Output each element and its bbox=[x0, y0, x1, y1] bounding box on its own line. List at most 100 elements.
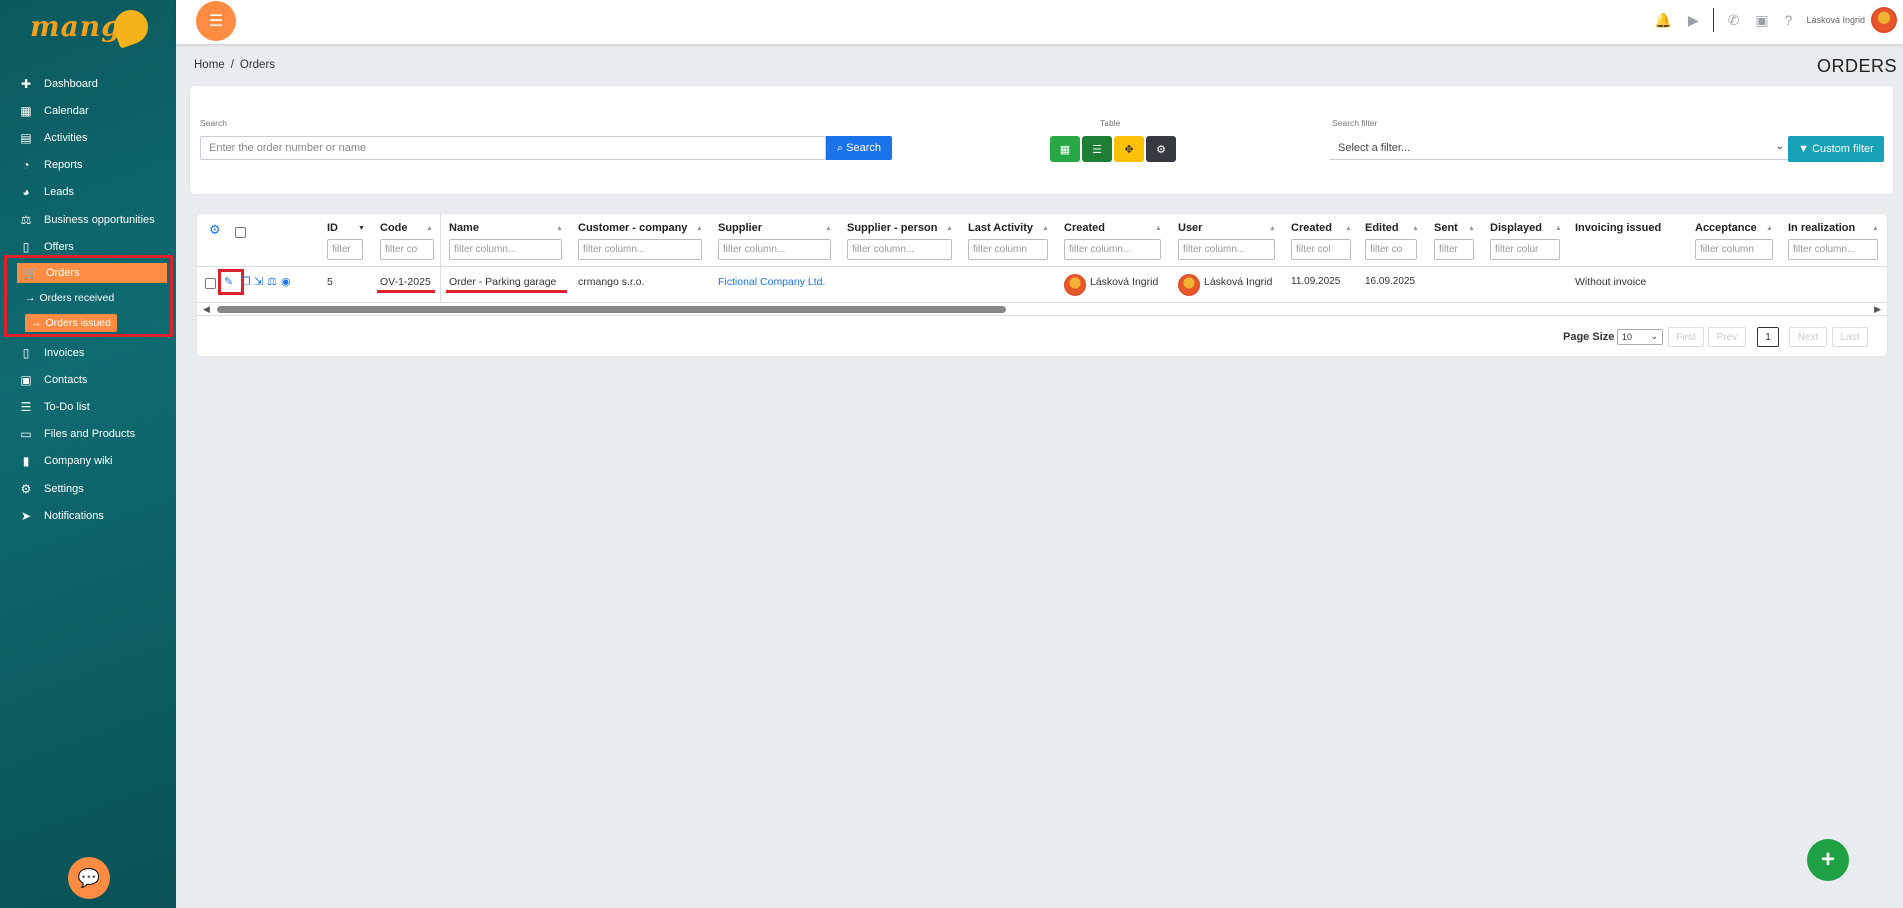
edit-icon[interactable]: ✎ bbox=[224, 275, 233, 288]
col-header-customer[interactable]: Customer - company bbox=[578, 222, 687, 234]
scrollbar-thumb[interactable] bbox=[217, 306, 1006, 313]
sort-icon[interactable]: ▲ bbox=[1468, 225, 1475, 232]
select-all-checkbox[interactable] bbox=[235, 227, 246, 238]
col-header-invoicing[interactable]: Invoicing issued bbox=[1575, 222, 1661, 234]
sidebar-item-reports[interactable]: ◔ Reports bbox=[0, 152, 176, 179]
sidebar-item-leads[interactable]: ◕ Leads bbox=[0, 179, 176, 206]
export-icon[interactable]: ⇲ bbox=[254, 275, 263, 288]
sort-icon[interactable]: ▲ bbox=[1412, 225, 1419, 232]
pager-page-1[interactable]: 1 bbox=[1757, 327, 1779, 347]
table-settings-button[interactable]: ⚙ bbox=[1146, 136, 1176, 162]
sidebar-item-settings[interactable]: ⚙ Settings bbox=[0, 475, 176, 502]
filter-input-id[interactable]: filter bbox=[327, 239, 363, 260]
filter-input-customer[interactable]: filter column... bbox=[578, 239, 702, 260]
col-header-displayed[interactable]: Displayed bbox=[1490, 222, 1542, 234]
col-header-last-activity[interactable]: Last Activity bbox=[968, 222, 1033, 234]
sidebar-item-contacts[interactable]: ▣ Contacts bbox=[0, 366, 176, 393]
cell-code[interactable]: OV-1-2025 bbox=[380, 276, 431, 288]
avatar[interactable] bbox=[1871, 7, 1897, 33]
col-header-supplier-person[interactable]: Supplier - person bbox=[847, 222, 937, 234]
play-icon[interactable]: ▶ bbox=[1688, 12, 1699, 29]
pager-last[interactable]: Last bbox=[1832, 327, 1868, 347]
sidebar-item-company-wiki[interactable]: ▮ Company wiki bbox=[0, 448, 176, 475]
sort-icon[interactable]: ▲ bbox=[1766, 225, 1773, 232]
sidebar-item-dashboard[interactable]: ✚ Dashboard bbox=[0, 70, 176, 97]
sort-icon[interactable]: ▲ bbox=[1269, 225, 1276, 232]
col-header-created-date[interactable]: Created bbox=[1291, 222, 1332, 234]
list-view-button[interactable]: ☰ bbox=[1082, 136, 1112, 162]
breadcrumb-home[interactable]: Home bbox=[194, 59, 225, 71]
sort-icon[interactable]: ▲ bbox=[1155, 225, 1162, 232]
help-icon[interactable]: ? bbox=[1785, 12, 1793, 28]
filter-input-user[interactable]: filter column... bbox=[1178, 239, 1275, 260]
grid-view-button[interactable]: ▦ bbox=[1050, 136, 1080, 162]
col-header-acceptance[interactable]: Acceptance bbox=[1695, 222, 1757, 234]
filter-input-displayed[interactable]: filter colur bbox=[1490, 239, 1560, 260]
sort-icon[interactable]: ▲ bbox=[825, 225, 832, 232]
search-button[interactable]: ⌕ Search bbox=[826, 136, 892, 160]
user-name[interactable]: Lásková Ingrid bbox=[1806, 15, 1865, 25]
cell-name[interactable]: Order - Parking garage bbox=[449, 276, 556, 288]
sidebar-item-notifications[interactable]: ➤ Notifications bbox=[0, 502, 176, 529]
col-header-code[interactable]: Code bbox=[380, 222, 408, 234]
sidebar-subitem-orders-issued[interactable]: → Orders issued bbox=[25, 314, 117, 332]
search-input[interactable]: Enter the order number or name bbox=[200, 136, 826, 160]
sidebar-item-orders[interactable]: 🛒 Orders bbox=[17, 263, 167, 283]
pager-prev[interactable]: Prev bbox=[1708, 327, 1746, 347]
sort-icon[interactable]: ▲ bbox=[556, 225, 563, 232]
filter-select[interactable]: Select a filter... ⌄ bbox=[1330, 136, 1790, 160]
copy-icon[interactable]: ❐ bbox=[241, 275, 251, 288]
move-columns-button[interactable]: ✥ bbox=[1114, 136, 1144, 162]
sidebar-subitem-orders-received[interactable]: → Orders received bbox=[25, 292, 114, 304]
sidebar-item-files-products[interactable]: ▭ Files and Products bbox=[0, 421, 176, 448]
filter-input-code[interactable]: filter co bbox=[380, 239, 434, 260]
filter-input-acceptance[interactable]: filter column bbox=[1695, 239, 1773, 260]
sort-icon[interactable]: ▲ bbox=[1345, 225, 1352, 232]
sort-icon[interactable]: ▲ bbox=[1872, 225, 1879, 232]
filter-input-sent[interactable]: filter bbox=[1434, 239, 1474, 260]
col-header-created[interactable]: Created bbox=[1064, 222, 1105, 234]
filter-input-supplier[interactable]: filter column... bbox=[718, 239, 831, 260]
sort-icon[interactable]: ▲ bbox=[1042, 225, 1049, 232]
col-header-edited[interactable]: Edited bbox=[1365, 222, 1399, 234]
custom-filter-button[interactable]: ▼ Custom filter bbox=[1788, 136, 1884, 162]
youtube-icon[interactable]: ▣ bbox=[1755, 12, 1768, 29]
horizontal-scrollbar[interactable]: ◀ ▶ bbox=[201, 304, 1883, 314]
scroll-left-icon[interactable]: ◀ bbox=[203, 304, 210, 315]
pager-first[interactable]: First bbox=[1668, 327, 1704, 347]
phone-icon[interactable]: ✆ bbox=[1728, 12, 1740, 29]
cell-supplier-link[interactable]: Fictional Company Ltd. bbox=[718, 276, 825, 288]
add-order-button[interactable]: + bbox=[1807, 839, 1849, 881]
sidebar-item-todo[interactable]: ☰ To-Do list bbox=[0, 393, 176, 420]
col-header-user[interactable]: User bbox=[1178, 222, 1202, 234]
mango-logo[interactable]: mango bbox=[30, 5, 153, 50]
sort-icon[interactable]: ▲ bbox=[426, 225, 433, 232]
sort-icon[interactable]: ▲ bbox=[696, 225, 703, 232]
sidebar-item-activities[interactable]: ▤ Activities bbox=[0, 124, 176, 151]
sidebar-item-invoices[interactable]: ▯ Invoices bbox=[0, 339, 176, 366]
bell-icon[interactable]: 🔔 bbox=[1654, 12, 1671, 29]
sort-desc-icon[interactable]: ▼ bbox=[358, 225, 365, 232]
sidebar-item-business-opportunities[interactable]: ⚖ Business opportunities bbox=[0, 206, 176, 233]
filter-input-name[interactable]: filter column... bbox=[449, 239, 562, 260]
scroll-right-icon[interactable]: ▶ bbox=[1874, 304, 1881, 315]
sort-icon[interactable]: ▲ bbox=[1555, 225, 1562, 232]
col-header-name[interactable]: Name bbox=[449, 222, 479, 234]
col-header-id[interactable]: ID bbox=[327, 222, 338, 234]
scale-icon[interactable]: ⚖ bbox=[267, 275, 277, 288]
sidebar-item-calendar[interactable]: ▦ Calendar bbox=[0, 97, 176, 124]
row-checkbox[interactable] bbox=[205, 278, 216, 289]
menu-toggle-button[interactable]: ☰ bbox=[196, 1, 236, 41]
col-header-in-realization[interactable]: In realization bbox=[1788, 222, 1855, 234]
col-header-sent[interactable]: Sent bbox=[1434, 222, 1458, 234]
col-header-supplier[interactable]: Supplier bbox=[718, 222, 762, 234]
filter-input-created[interactable]: filter column... bbox=[1064, 239, 1161, 260]
filter-input-last-activity[interactable]: filter column bbox=[968, 239, 1048, 260]
pager-next[interactable]: Next bbox=[1789, 327, 1827, 347]
page-size-select[interactable]: 10 ⌄ bbox=[1617, 329, 1663, 345]
filter-input-edited[interactable]: filter co bbox=[1365, 239, 1417, 260]
filter-input-created-date[interactable]: filter col bbox=[1291, 239, 1351, 260]
chat-button[interactable]: 💬 bbox=[68, 857, 110, 899]
sort-icon[interactable]: ▲ bbox=[946, 225, 953, 232]
eye-icon[interactable]: ◉ bbox=[281, 275, 291, 288]
